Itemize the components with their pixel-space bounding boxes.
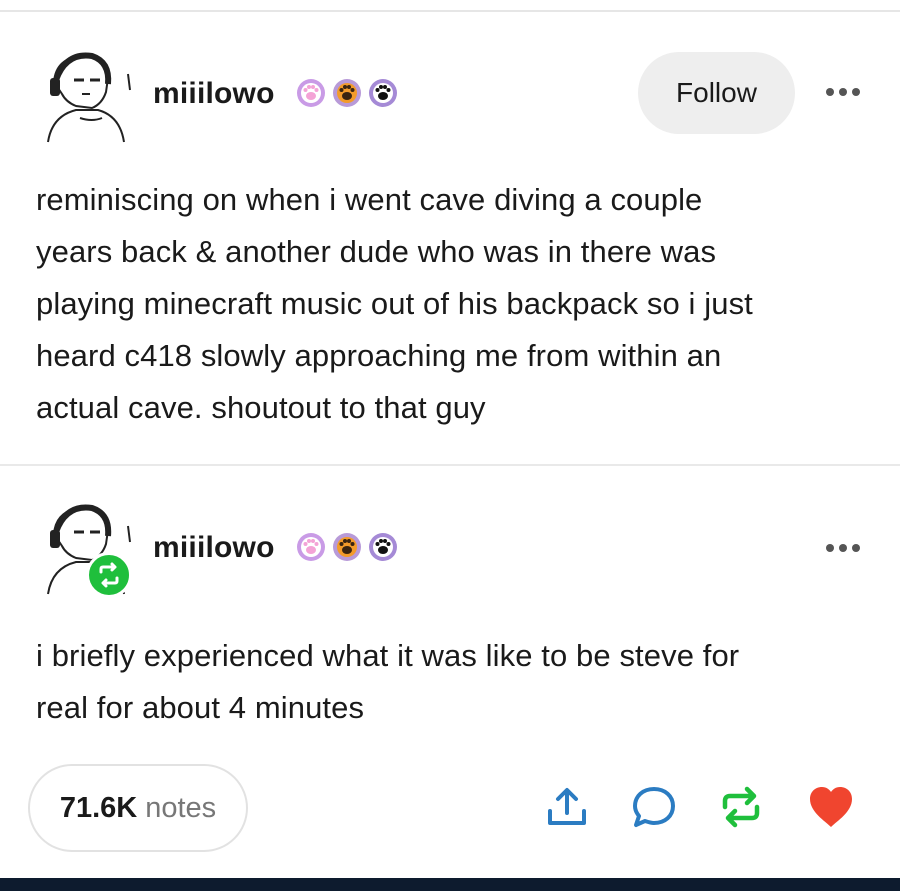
post-body: reminiscing on when i went cave diving a… bbox=[36, 174, 753, 434]
paw-orange-icon[interactable] bbox=[332, 78, 362, 108]
follow-button[interactable]: Follow bbox=[638, 52, 795, 134]
post-username[interactable]: miiilowo bbox=[153, 76, 275, 112]
like-heart-icon[interactable] bbox=[806, 783, 854, 831]
paw-black-icon[interactable] bbox=[368, 78, 398, 108]
bottom-edge-bar bbox=[0, 878, 900, 891]
notes-button[interactable]: 71.6K notes bbox=[28, 764, 248, 852]
paw-pink-icon[interactable] bbox=[296, 532, 326, 562]
notes-count: 71.6K bbox=[59, 791, 138, 824]
badge-group bbox=[296, 78, 398, 108]
more-options-icon[interactable] bbox=[826, 82, 866, 102]
post-text-line: years back & another dude who was in the… bbox=[36, 234, 717, 269]
paw-pink-icon[interactable] bbox=[296, 78, 326, 108]
notes-label: notes bbox=[145, 791, 217, 824]
post-text-line: heard c418 slowly approaching me from wi… bbox=[36, 338, 722, 373]
avatar[interactable] bbox=[36, 44, 136, 144]
post-text-line: playing minecraft music out of his backp… bbox=[36, 286, 753, 321]
reblog-indicator-icon bbox=[86, 552, 132, 598]
badge-group bbox=[296, 532, 398, 562]
post-text-line: reminiscing on when i went cave diving a… bbox=[36, 182, 703, 217]
paw-orange-icon[interactable] bbox=[332, 532, 362, 562]
share-icon[interactable] bbox=[543, 783, 591, 831]
reblog-body: i briefly experienced what it was like t… bbox=[36, 630, 739, 734]
paw-black-icon[interactable] bbox=[368, 532, 398, 562]
reblog-icon[interactable] bbox=[717, 783, 765, 831]
more-options-icon[interactable] bbox=[826, 538, 866, 558]
reply-icon[interactable] bbox=[630, 783, 678, 831]
original-post: miiilowo Follow reminiscing on when i we… bbox=[0, 0, 900, 464]
post-text-line: actual cave. shoutout to that guy bbox=[36, 390, 486, 425]
reblog-text-line: real for about 4 minutes bbox=[36, 690, 365, 725]
reblog-username[interactable]: miiilowo bbox=[153, 530, 275, 566]
reblog-text-line: i briefly experienced what it was like t… bbox=[36, 638, 740, 673]
reblog-post: miiilowo i briefly experienced what it w… bbox=[0, 466, 900, 766]
avatar-drawing-icon bbox=[47, 52, 131, 143]
